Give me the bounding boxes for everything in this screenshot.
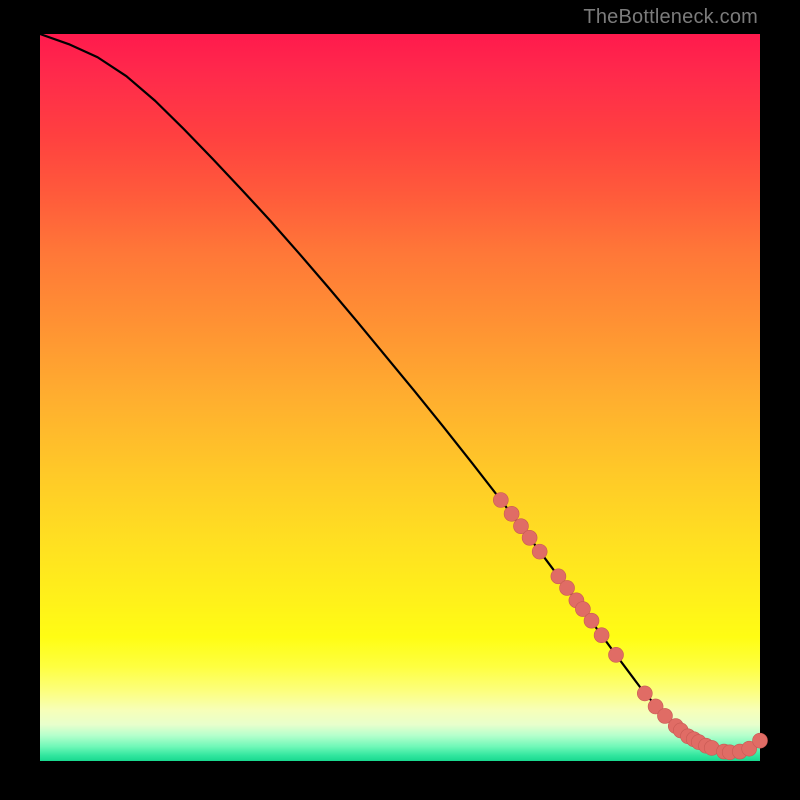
- curve-marker: [637, 686, 652, 701]
- curve-marker: [532, 544, 547, 559]
- curve-marker: [753, 733, 768, 748]
- curve-marker: [594, 628, 609, 643]
- curve-marker: [493, 493, 508, 508]
- curve-layer: [40, 34, 760, 761]
- bottleneck-curve: [40, 34, 760, 752]
- curve-marker: [504, 506, 519, 521]
- curve-marker: [522, 530, 537, 545]
- curve-markers: [493, 493, 767, 760]
- chart-frame: TheBottleneck.com: [0, 0, 800, 800]
- curve-marker: [609, 647, 624, 662]
- watermark-text: TheBottleneck.com: [583, 6, 758, 29]
- plot-area: [40, 34, 760, 761]
- curve-marker: [560, 580, 575, 595]
- curve-marker: [584, 613, 599, 628]
